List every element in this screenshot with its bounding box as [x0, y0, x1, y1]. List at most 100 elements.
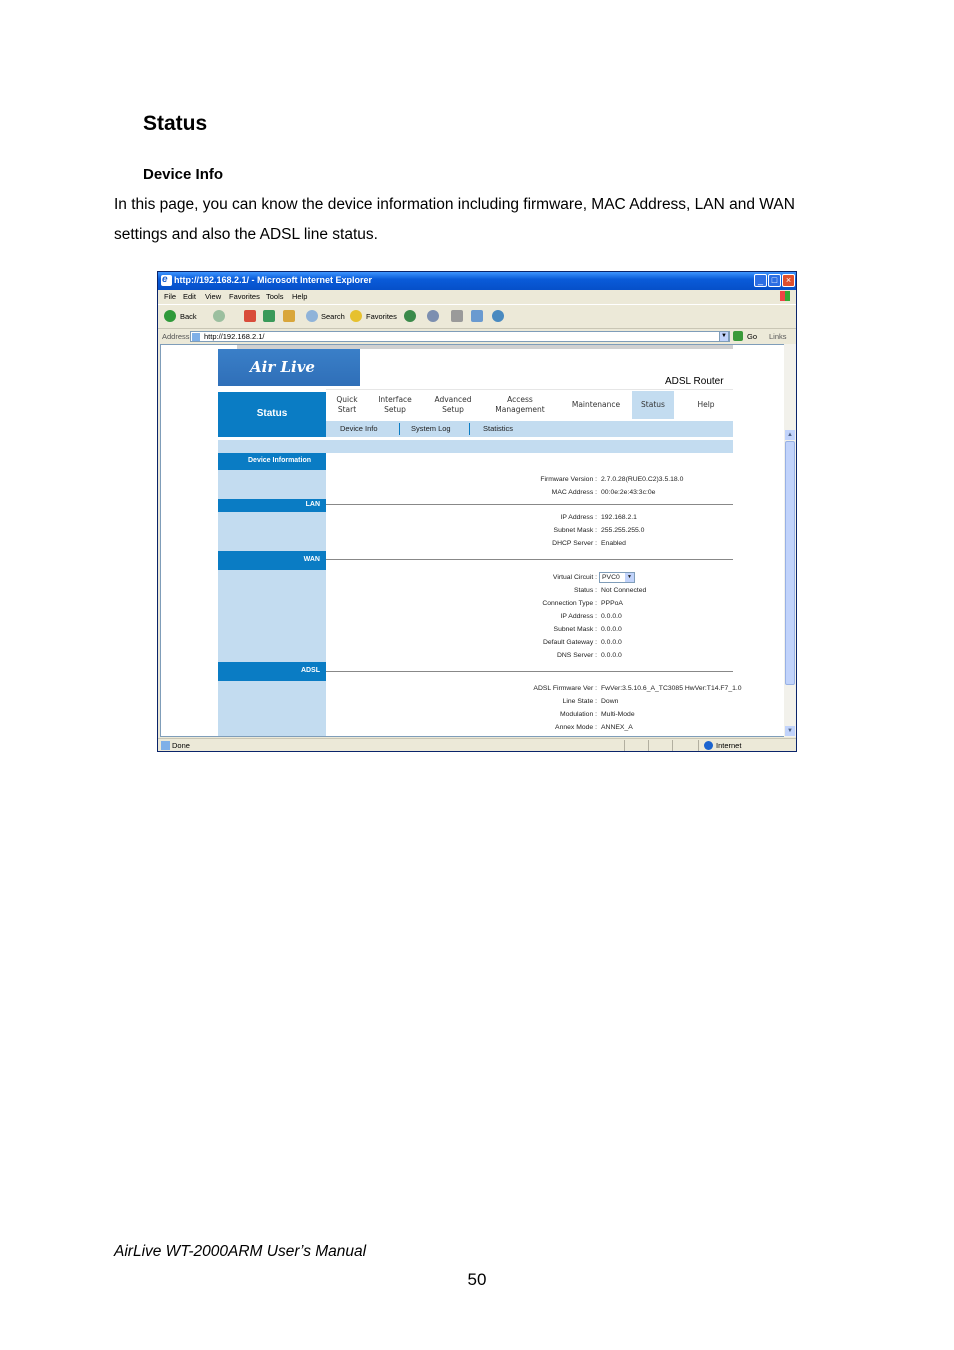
subnav-device-info[interactable]: Device Info [340, 424, 378, 433]
mail-icon[interactable] [427, 310, 439, 322]
menu-file[interactable]: File [164, 292, 176, 301]
left-sidebar [218, 453, 326, 736]
line-state-value: Down [601, 698, 619, 705]
main-nav: Quick Start Interface Setup Advanced Set… [326, 389, 733, 421]
home-icon[interactable] [283, 310, 295, 322]
wan-header-label: WAN [303, 556, 320, 563]
subnav-system-log[interactable]: System Log [411, 424, 451, 433]
nav-help[interactable]: Help [686, 400, 726, 410]
airlive-logo: Air Live [218, 349, 360, 386]
back-icon[interactable] [164, 310, 176, 322]
nav-interface-setup[interactable]: Interface Setup [372, 395, 418, 415]
page-done-icon [161, 741, 170, 750]
virtual-circuit-row: Virtual Circuit : PVC0 ▼ [326, 572, 733, 586]
stop-icon[interactable] [244, 310, 256, 322]
dhcp-label: DHCP Server : [552, 540, 597, 547]
nav-status[interactable]: Status [632, 391, 674, 419]
adsl-fw-label: ADSL Firmware Ver : [533, 685, 597, 692]
nav-access-management[interactable]: Access Management [488, 395, 552, 415]
chevron-down-icon[interactable]: ▼ [719, 331, 729, 342]
mac-value: 00:0e:2e:43:3c:0e [601, 489, 656, 496]
go-arrow-icon[interactable] [733, 331, 743, 341]
wan-mask-row: Subnet Mask : 0.0.0.0 [326, 626, 733, 638]
header-divider-band [218, 440, 733, 453]
favorites-star-icon[interactable] [350, 310, 362, 322]
search-icon[interactable] [306, 310, 318, 322]
status-divider [698, 740, 699, 751]
favorites-label[interactable]: Favorites [366, 312, 397, 321]
subnav-statistics[interactable]: Statistics [483, 424, 513, 433]
mac-label: MAC Address : [551, 489, 597, 496]
print-icon[interactable] [451, 310, 463, 322]
menu-favorites[interactable]: Favorites [229, 292, 260, 301]
search-label[interactable]: Search [321, 312, 345, 321]
minimize-icon[interactable]: _ [754, 274, 767, 287]
close-icon[interactable]: × [782, 274, 795, 287]
adsl-header: ADSL [218, 662, 326, 681]
nav-quick-start[interactable]: Quick Start [330, 395, 364, 415]
modulation-label: Modulation : [559, 711, 597, 718]
page-content: Air Live ADSL Router Status Quick Start … [160, 344, 786, 737]
address-input[interactable]: http://192.168.2.1/ [190, 331, 730, 342]
lan-mask-row: Subnet Mask : 255.255.255.0 [326, 527, 733, 539]
lan-ip-value: 192.168.2.1 [601, 514, 637, 521]
menu-help[interactable]: Help [292, 292, 307, 301]
firmware-row: Firmware Version : 2.7.0.28(RUE0.C2)3.5.… [326, 476, 733, 488]
chevron-down-icon: ▼ [625, 573, 634, 582]
messenger-icon[interactable] [492, 310, 504, 322]
virtual-circuit-label: Virtual Circuit : [552, 574, 597, 581]
nav-advanced-setup[interactable]: Advanced Setup [430, 395, 476, 415]
status-bar: Done Internet [158, 738, 796, 751]
lan-ip-label: IP Address : [560, 514, 597, 521]
back-label[interactable]: Back [180, 312, 197, 321]
product-name: ADSL Router [665, 376, 724, 387]
adsl-divider [326, 671, 733, 672]
virtual-circuit-select[interactable]: PVC0 ▼ [599, 572, 635, 583]
go-button[interactable]: Go [747, 332, 757, 341]
adsl-fw-row: ADSL Firmware Ver : FwVer:3.5.10.6_A_TC3… [326, 685, 741, 697]
refresh-icon[interactable] [263, 310, 275, 322]
scroll-down-icon[interactable]: ▼ [785, 726, 795, 736]
wan-status-label: Status : [573, 587, 597, 594]
connection-type-label: Connection Type : [542, 600, 597, 607]
dns-row: DNS Server : 0.0.0.0 [326, 652, 733, 664]
menu-tools[interactable]: Tools [266, 292, 284, 301]
wan-status-row: Status : Not Connected [326, 587, 733, 599]
internet-zone-icon [704, 741, 713, 750]
window-titlebar: e http://192.168.2.1/ - Microsoft Intern… [158, 272, 796, 290]
firmware-value: 2.7.0.28(RUE0.C2)3.5.18.0 [601, 476, 684, 483]
connection-type-value: PPPoA [601, 600, 623, 607]
history-icon[interactable] [404, 310, 416, 322]
forward-icon[interactable] [213, 310, 225, 322]
lan-mask-value: 255.255.255.0 [601, 527, 645, 534]
status-divider [624, 740, 625, 751]
window-title: http://192.168.2.1/ - Microsoft Internet… [174, 275, 373, 285]
menu-edit[interactable]: Edit [183, 292, 196, 301]
wan-divider [326, 559, 733, 560]
wan-ip-label: IP Address : [560, 613, 597, 620]
status-divider [648, 740, 649, 751]
lan-header: LAN [218, 499, 326, 512]
page-number: 50 [467, 1270, 487, 1289]
wan-ip-row: IP Address : 0.0.0.0 [326, 613, 733, 625]
scroll-thumb[interactable] [785, 441, 795, 685]
links-button[interactable]: Links [769, 332, 787, 341]
subnav-divider [469, 423, 470, 435]
subsection-heading: Device Info [143, 166, 224, 183]
edit-icon[interactable] [471, 310, 483, 322]
subnav-divider [399, 423, 400, 435]
device-info-header-label: Device Information [248, 457, 312, 464]
section-title-box: Status [218, 392, 326, 437]
scroll-up-icon[interactable]: ▲ [785, 430, 795, 440]
address-label: Address [162, 332, 190, 341]
gateway-row: Default Gateway : 0.0.0.0 [326, 639, 733, 651]
nav-maintenance[interactable]: Maintenance [564, 400, 628, 410]
maximize-icon[interactable]: □ [768, 274, 781, 287]
vertical-scrollbar[interactable]: ▲ ▼ [784, 344, 796, 737]
dns-label: DNS Server : [556, 652, 597, 659]
menu-view[interactable]: View [205, 292, 221, 301]
device-info-header: Device Information [218, 453, 326, 470]
gateway-label: Default Gateway : [542, 639, 597, 646]
wan-mask-label: Subnet Mask : [553, 626, 597, 633]
wan-mask-value: 0.0.0.0 [601, 626, 622, 633]
